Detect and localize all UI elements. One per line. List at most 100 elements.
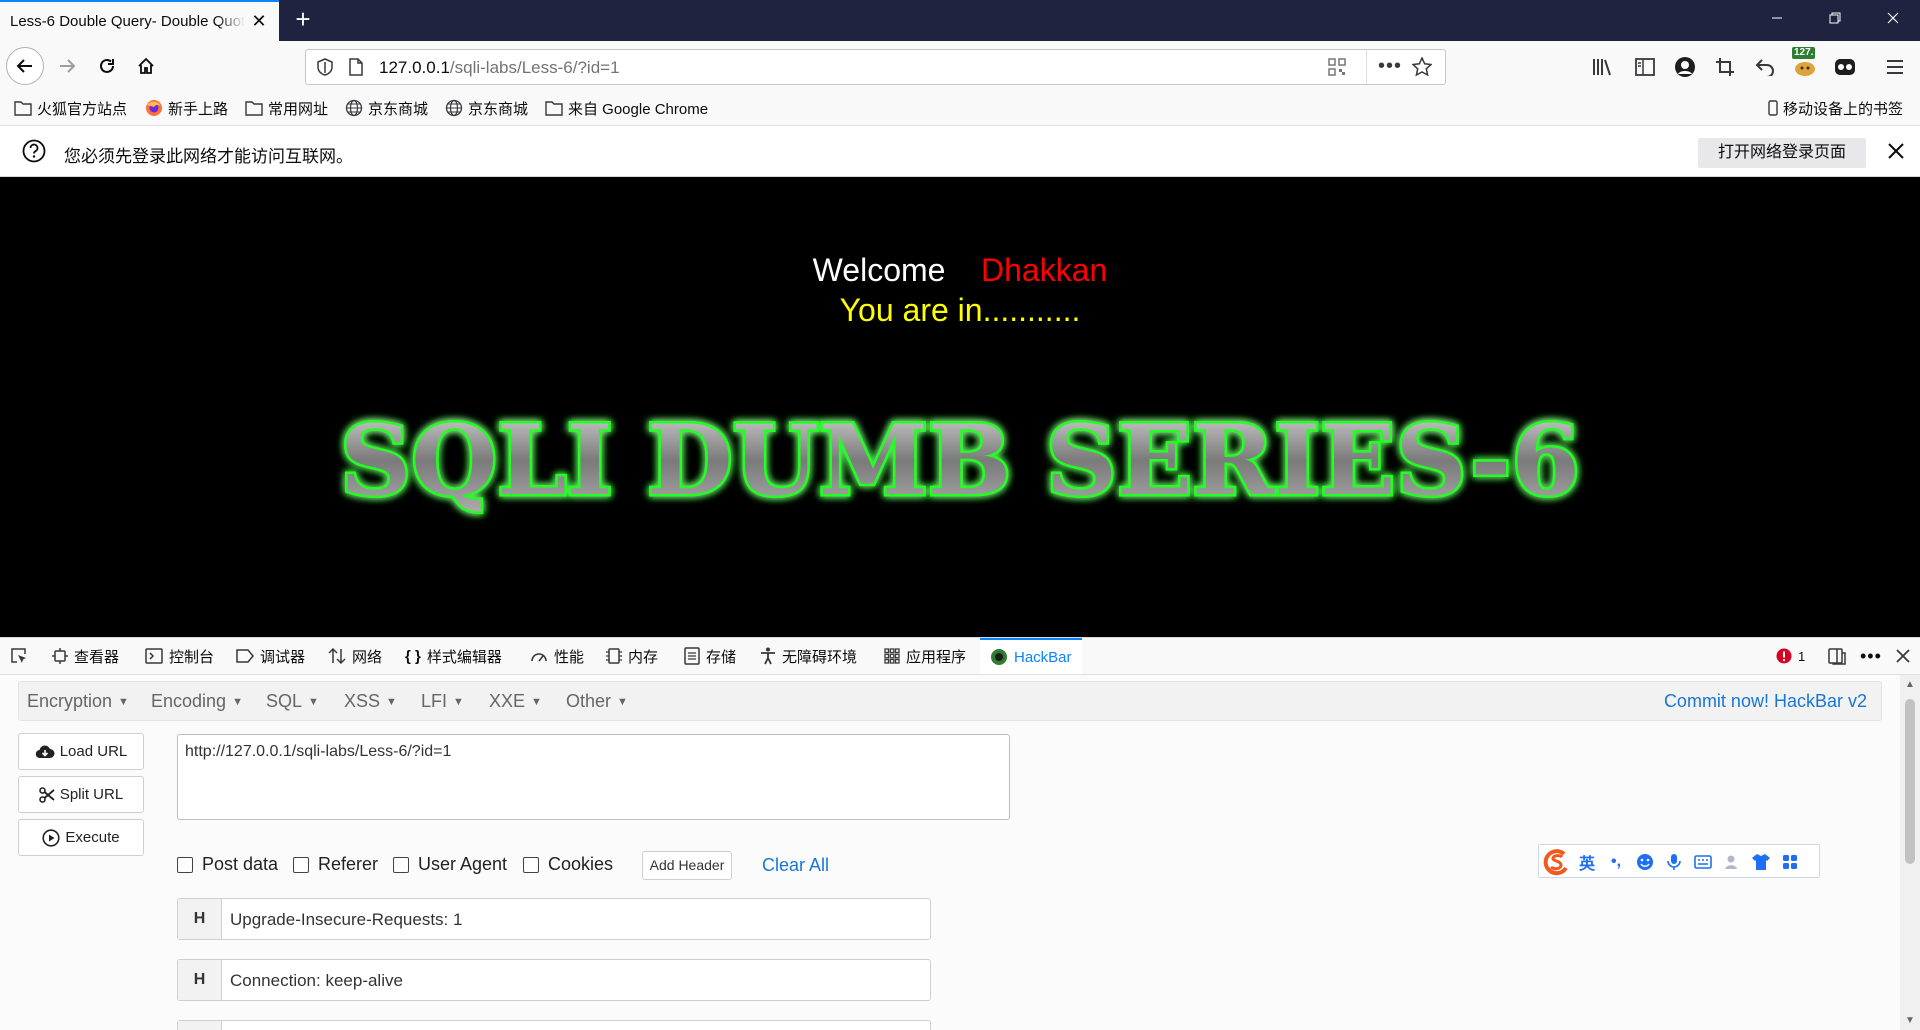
- checkbox-box[interactable]: [177, 856, 193, 873]
- bookmark-item[interactable]: 京东商城: [345, 97, 428, 119]
- sogou-logo-icon[interactable]: [1541, 847, 1571, 877]
- header-value[interactable]: Upgrade-Insecure-Requests: 1: [230, 910, 462, 930]
- panel-scrollbar[interactable]: ▲ ▼: [1900, 675, 1920, 1030]
- mask-extension-icon[interactable]: [1832, 54, 1858, 80]
- tab-application[interactable]: 应用程序: [884, 638, 966, 674]
- menu-xss[interactable]: XSS ▼: [344, 691, 397, 712]
- tab-storage[interactable]: 存储: [684, 638, 736, 674]
- profile-icon[interactable]: [1672, 54, 1698, 80]
- error-count[interactable]: 1: [1776, 638, 1805, 674]
- tab-network[interactable]: 网络: [328, 638, 382, 674]
- devtools-close-button[interactable]: [1896, 638, 1910, 674]
- header-value[interactable]: Connection: keep-alive: [230, 971, 403, 991]
- microphone-icon[interactable]: [1664, 852, 1684, 872]
- bookmark-item[interactable]: 京东商城: [445, 97, 528, 119]
- ime-language[interactable]: 英: [1577, 852, 1597, 873]
- execute-button[interactable]: Execute: [18, 819, 144, 856]
- add-header-button[interactable]: Add Header: [642, 851, 732, 880]
- tab-label: 无障碍环境: [782, 648, 858, 666]
- keyboard-icon[interactable]: [1693, 852, 1713, 872]
- page-actions-icon[interactable]: •••: [1378, 55, 1402, 78]
- tab-memory[interactable]: 内存: [606, 638, 658, 674]
- emoji-icon[interactable]: [1635, 852, 1655, 872]
- dock-toggle-button[interactable]: [1828, 638, 1846, 674]
- commit-link[interactable]: Commit now! HackBar v2: [1664, 691, 1867, 712]
- page-info-icon[interactable]: [348, 58, 364, 80]
- mobile-bookmarks[interactable]: 移动设备上的书签: [1768, 97, 1903, 119]
- sqli-series-banner: SQLI DUMB SERIES-6: [338, 402, 1583, 520]
- minimize-button[interactable]: [1750, 0, 1804, 41]
- open-login-page-button[interactable]: 打开网络登录页面: [1698, 138, 1866, 168]
- undo-arrow-icon[interactable]: [1752, 54, 1778, 80]
- bookmark-item[interactable]: 新手上路: [145, 97, 228, 119]
- tab-accessibility[interactable]: 无障碍环境: [760, 638, 857, 674]
- tshirt-icon[interactable]: [1751, 852, 1771, 872]
- globe-icon: [345, 99, 363, 117]
- screenshot-crop-icon[interactable]: [1712, 54, 1738, 80]
- user-agent-checkbox[interactable]: User Agent: [393, 854, 507, 875]
- menu-encryption[interactable]: Encryption ▼: [27, 691, 129, 712]
- tab-close-button[interactable]: ✕: [249, 11, 269, 31]
- header-row[interactable]: H Upgrade-Insecure-Requests: 1: [177, 898, 931, 940]
- url-input[interactable]: [177, 734, 1010, 820]
- menu-xxe[interactable]: XXE ▼: [489, 691, 542, 712]
- sidebar-icon[interactable]: [1632, 54, 1658, 80]
- tab-debugger[interactable]: 调试器: [236, 638, 305, 674]
- notification-close-button[interactable]: [1882, 138, 1910, 166]
- checkbox-box[interactable]: [523, 856, 539, 873]
- menu-encoding[interactable]: Encoding ▼: [151, 691, 243, 712]
- close-window-button[interactable]: [1866, 0, 1920, 41]
- tab-console[interactable]: 控制台: [145, 638, 214, 674]
- restore-button[interactable]: [1808, 0, 1862, 41]
- new-tab-button[interactable]: +: [288, 5, 318, 35]
- welcome-line: Welcome Dhakkan: [0, 252, 1920, 289]
- bookmarks-toolbar: 火狐官方站点 新手上路 常用网址 京东商城 京东商城 来自 Google Chr…: [0, 91, 1920, 125]
- toolbox-grid-icon[interactable]: [1780, 852, 1800, 872]
- home-button[interactable]: [127, 47, 165, 85]
- load-url-button[interactable]: Load URL: [18, 733, 144, 770]
- shield-icon[interactable]: [316, 58, 334, 80]
- ime-punctuation[interactable]: •,: [1606, 852, 1626, 872]
- forward-button[interactable]: [48, 47, 86, 85]
- checkbox-box[interactable]: [393, 856, 409, 873]
- bookmark-label: 京东商城: [468, 100, 529, 118]
- devtools-more-icon[interactable]: •••: [1860, 638, 1882, 674]
- header-row[interactable]: H Connection: keep-alive: [177, 959, 931, 1001]
- tab-inspector[interactable]: 查看器: [52, 638, 119, 674]
- element-picker-button[interactable]: [10, 638, 28, 674]
- reload-button[interactable]: [88, 47, 126, 85]
- bookmark-item[interactable]: 常用网址: [245, 97, 328, 119]
- scroll-up-icon[interactable]: ▲: [1905, 679, 1915, 690]
- post-data-checkbox[interactable]: Post data: [177, 854, 278, 875]
- back-button[interactable]: [6, 47, 44, 85]
- menu-icon[interactable]: [1882, 54, 1908, 80]
- tab-style-editor[interactable]: { } 样式编辑器: [405, 638, 502, 674]
- url-text[interactable]: 127.0.0.1/sqli-labs/Less-6/?id=1: [379, 58, 620, 78]
- cloud-download-icon: [35, 745, 55, 758]
- clear-all-link[interactable]: Clear All: [762, 855, 829, 876]
- bookmark-item[interactable]: 火狐官方站点: [14, 97, 127, 119]
- welcome-text: Welcome: [812, 252, 946, 288]
- user-skin-icon[interactable]: [1722, 852, 1742, 872]
- bookmark-item[interactable]: 来自 Google Chrome: [545, 97, 708, 119]
- referer-checkbox[interactable]: Referer: [293, 854, 378, 875]
- tab-performance[interactable]: 性能: [530, 638, 584, 674]
- menu-sql[interactable]: SQL ▼: [266, 691, 319, 712]
- header-row[interactable]: [177, 1020, 931, 1030]
- url-bar[interactable]: 127.0.0.1/sqli-labs/Less-6/?id=1 •••: [305, 49, 1446, 85]
- tab-active[interactable]: Less-6 Double Query- Double Quotes ✕: [0, 0, 279, 41]
- console-icon: [145, 648, 163, 664]
- split-url-button[interactable]: Split URL: [18, 776, 144, 813]
- cookies-checkbox[interactable]: Cookies: [523, 854, 613, 875]
- ime-toolbar[interactable]: 英 •,: [1538, 844, 1820, 878]
- scroll-down-icon[interactable]: ▼: [1905, 1015, 1915, 1026]
- tab-hackbar[interactable]: HackBar: [980, 638, 1082, 674]
- library-icon[interactable]: [1590, 54, 1616, 80]
- hackbar-extension-icon[interactable]: 127.: [1792, 47, 1822, 79]
- checkbox-box[interactable]: [293, 856, 309, 873]
- menu-other[interactable]: Other ▼: [566, 691, 628, 712]
- menu-lfi[interactable]: LFI ▼: [421, 691, 464, 712]
- scrollbar-thumb[interactable]: [1905, 699, 1915, 864]
- qr-code-icon[interactable]: [1328, 58, 1346, 80]
- bookmark-star-icon[interactable]: [1411, 56, 1433, 81]
